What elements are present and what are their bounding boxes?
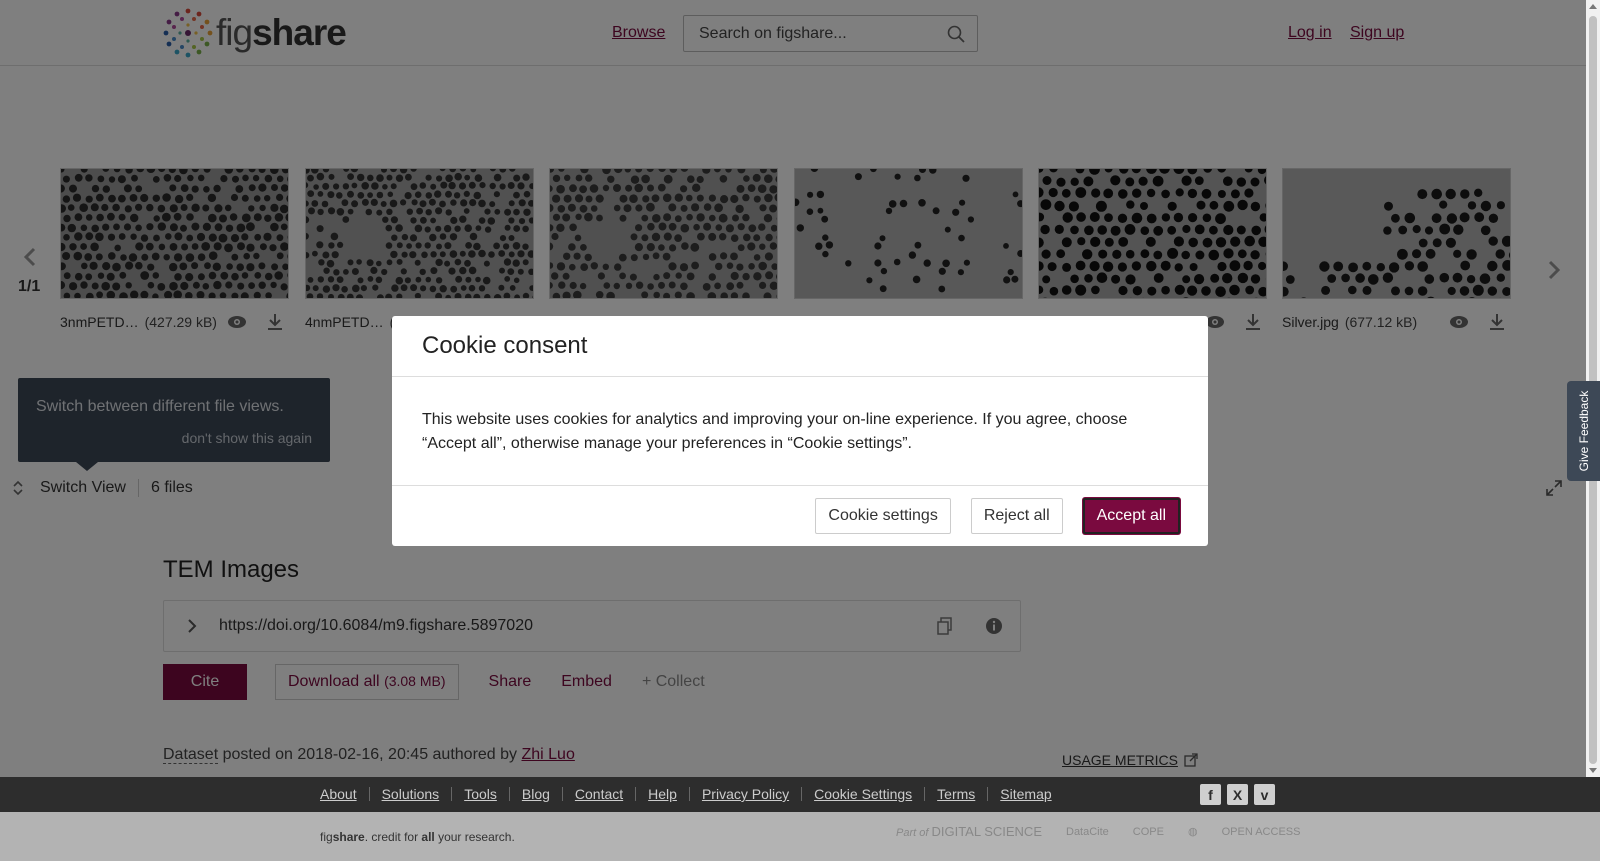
footer-link-contact[interactable]: Contact bbox=[575, 786, 623, 802]
dialog-body: This website uses cookies for analytics … bbox=[422, 411, 1128, 452]
feedback-label: Give Feedback bbox=[1576, 390, 1591, 472]
footer-link-privacy[interactable]: Privacy Policy bbox=[702, 786, 789, 802]
open-access-logo[interactable]: OPEN ACCESS bbox=[1222, 826, 1301, 838]
digital-science-logo[interactable]: Part of DIGITAL SCIENCE bbox=[896, 824, 1042, 839]
dialog-title: Cookie consent bbox=[422, 332, 588, 359]
footer-divider bbox=[924, 787, 926, 801]
footer-bottom-bar: figshare. credit for all your research. … bbox=[0, 812, 1600, 861]
dialog-divider bbox=[392, 485, 1208, 486]
footer-tagline: figshare. credit for all your research. bbox=[320, 830, 515, 844]
cookie-settings-button[interactable]: Cookie settings bbox=[815, 498, 951, 534]
cookie-consent-dialog: Cookie consent This website uses cookies… bbox=[392, 316, 1208, 546]
scroll-up-arrow[interactable] bbox=[1589, 4, 1597, 9]
give-feedback-tab[interactable]: Give Feedback bbox=[1567, 381, 1600, 481]
cope-logo[interactable]: COPE bbox=[1133, 826, 1164, 838]
footer-divider bbox=[561, 787, 563, 801]
partner-logos: Part of DIGITAL SCIENCE DataCite COPE ◍ … bbox=[896, 824, 1300, 839]
social-links: f X v bbox=[1200, 784, 1275, 805]
footer-link-terms[interactable]: Terms bbox=[937, 786, 975, 802]
footer-divider bbox=[688, 787, 690, 801]
facebook-icon[interactable]: f bbox=[1200, 784, 1221, 805]
reject-all-button[interactable]: Reject all bbox=[970, 498, 1063, 534]
footer-link-tools[interactable]: Tools bbox=[464, 786, 497, 802]
accept-all-button[interactable]: Accept all bbox=[1082, 498, 1180, 534]
footer-link-blog[interactable]: Blog bbox=[522, 786, 550, 802]
footer-link-solutions[interactable]: Solutions bbox=[382, 786, 440, 802]
footer-link-cookie-settings[interactable]: Cookie Settings bbox=[814, 786, 912, 802]
footer-link-help[interactable]: Help bbox=[648, 786, 677, 802]
footer-divider bbox=[451, 787, 453, 801]
footer-nav: About Solutions Tools Blog Contact Help … bbox=[320, 786, 1052, 802]
footer-divider bbox=[635, 787, 637, 801]
footer-divider bbox=[508, 787, 510, 801]
footer-divider bbox=[801, 787, 803, 801]
dialog-actions: Cookie settings Reject all Accept all bbox=[815, 498, 1180, 534]
datacite-logo[interactable]: DataCite bbox=[1066, 826, 1109, 838]
footer-link-sitemap[interactable]: Sitemap bbox=[1000, 786, 1051, 802]
vimeo-icon[interactable]: v bbox=[1254, 784, 1275, 805]
globe-logo-icon[interactable]: ◍ bbox=[1188, 825, 1198, 838]
dialog-divider bbox=[392, 376, 1208, 377]
x-twitter-icon[interactable]: X bbox=[1227, 784, 1248, 805]
footer-divider bbox=[368, 787, 370, 801]
footer-link-about[interactable]: About bbox=[320, 786, 357, 802]
scroll-down-arrow[interactable] bbox=[1589, 768, 1597, 773]
footer-links-bar: About Solutions Tools Blog Contact Help … bbox=[0, 777, 1600, 812]
footer-divider bbox=[987, 787, 989, 801]
